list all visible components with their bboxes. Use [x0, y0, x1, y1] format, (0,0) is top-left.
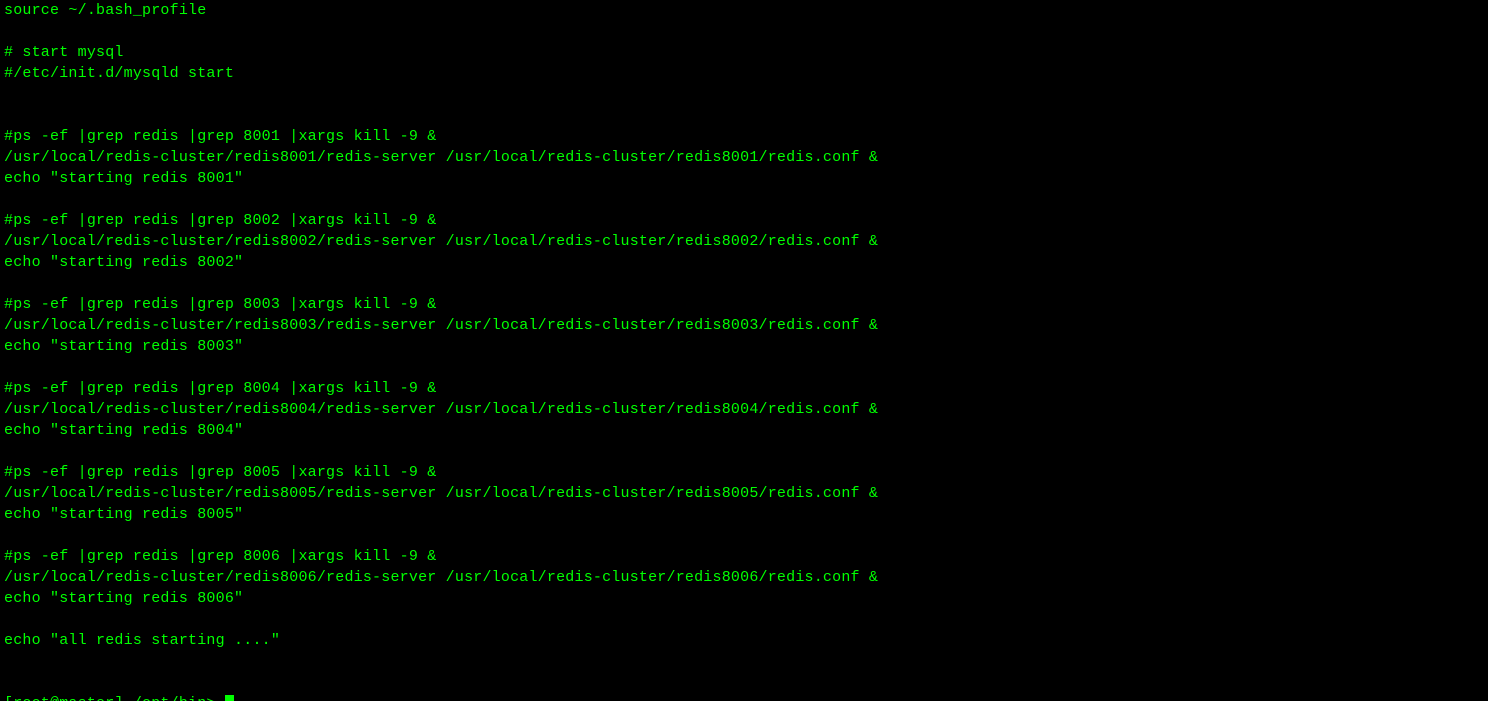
terminal-lines: source ~/.bash_profile # start mysql #/e…	[4, 2, 878, 649]
terminal-prompt: [root@master] /opt/bin>	[4, 695, 225, 701]
terminal-output[interactable]: source ~/.bash_profile # start mysql #/e…	[0, 0, 1488, 701]
terminal-cursor	[225, 695, 234, 701]
